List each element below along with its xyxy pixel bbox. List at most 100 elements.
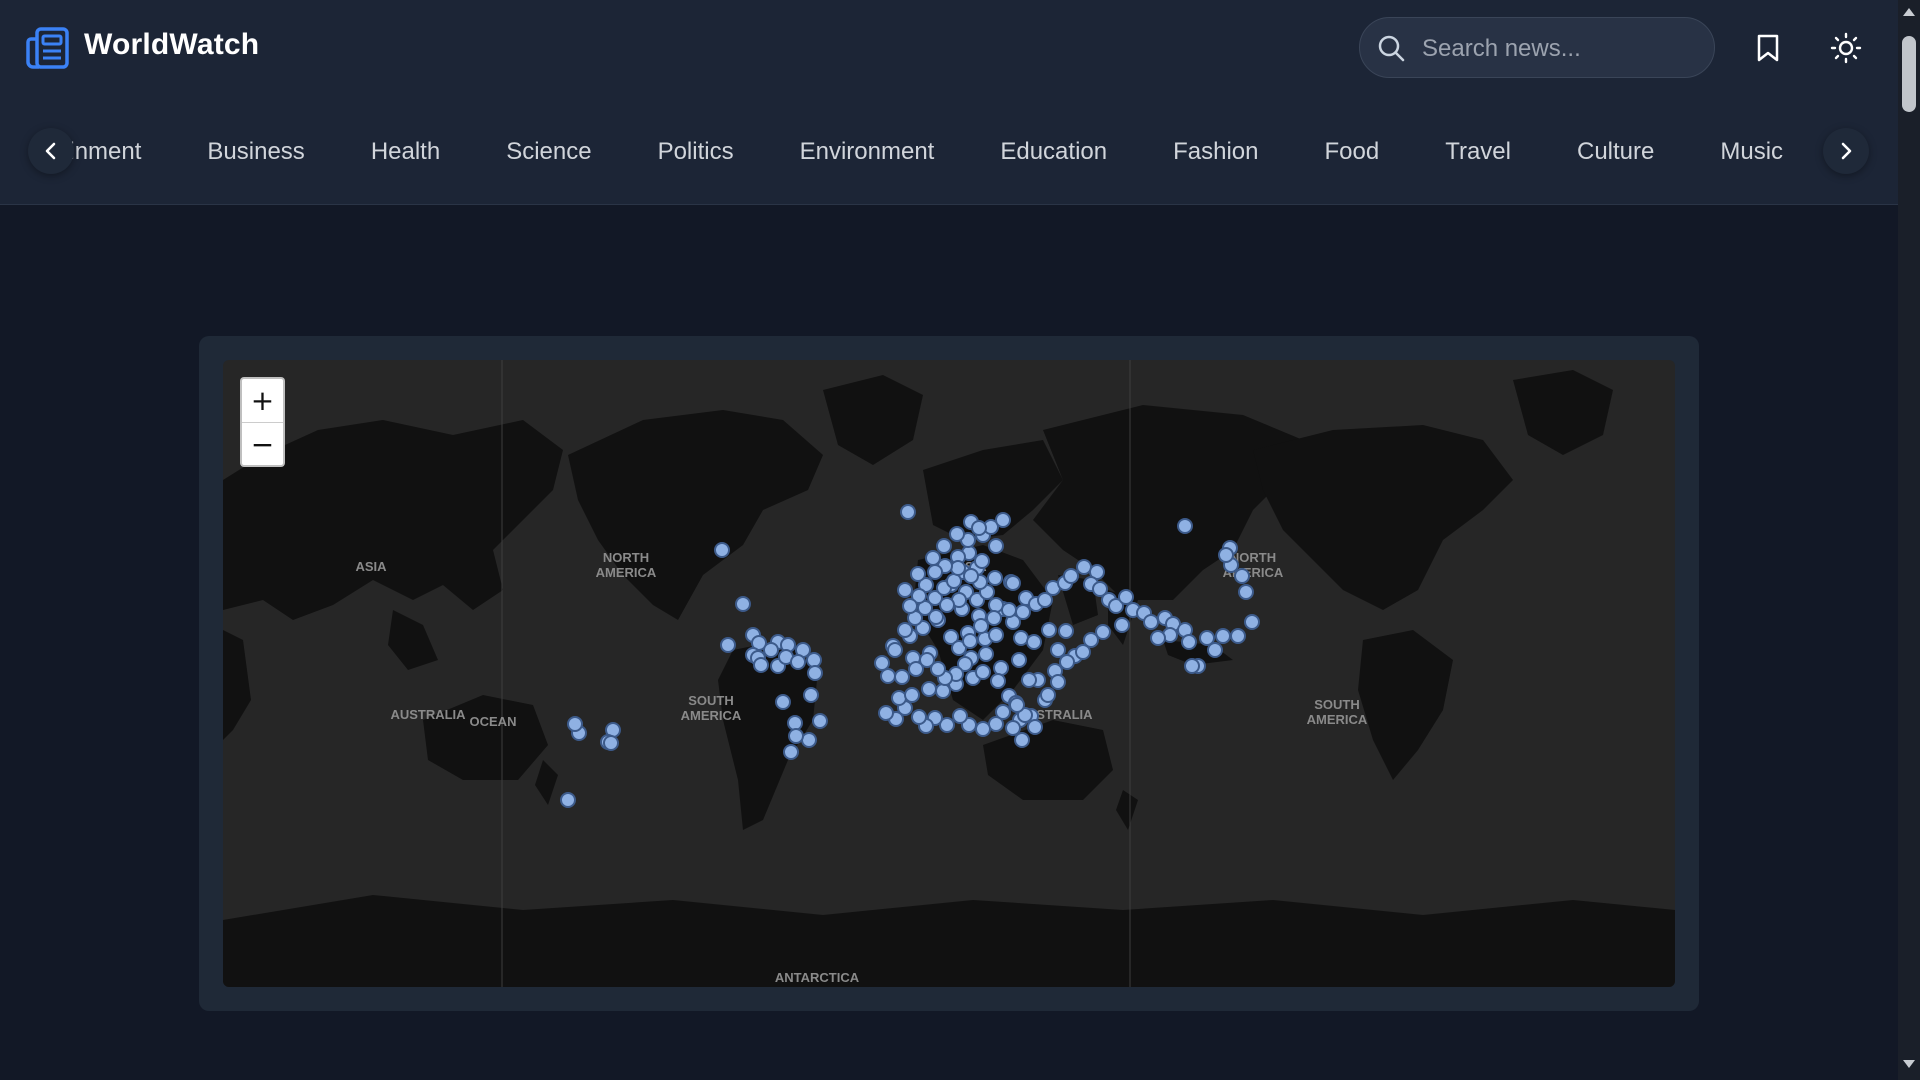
news-marker[interactable] [894,669,910,685]
news-marker[interactable] [1075,644,1091,660]
category-tab[interactable]: Education [1000,138,1107,166]
news-marker[interactable] [1218,547,1234,563]
news-marker[interactable] [988,716,1004,732]
scroll-up-arrow[interactable] [1903,8,1915,16]
news-marker[interactable] [806,652,822,668]
news-marker[interactable] [1014,732,1030,748]
news-marker[interactable] [801,732,817,748]
news-marker[interactable] [891,690,907,706]
category-tab[interactable]: Music [1720,138,1783,166]
news-marker[interactable] [928,609,944,625]
news-marker[interactable] [1021,672,1037,688]
news-marker[interactable] [986,610,1002,626]
news-marker[interactable] [1015,604,1031,620]
category-tab[interactable]: Travel [1445,138,1511,166]
news-marker[interactable] [1184,658,1200,674]
news-marker[interactable] [910,566,926,582]
news-marker[interactable] [902,598,918,614]
news-marker[interactable] [1050,674,1066,690]
news-marker[interactable] [1230,628,1246,644]
news-marker[interactable] [988,597,1004,613]
scroll-left-button[interactable] [28,128,74,174]
news-marker[interactable] [790,654,806,670]
news-marker[interactable] [1076,559,1092,575]
news-marker[interactable] [720,637,736,653]
news-marker[interactable] [1011,652,1027,668]
news-marker[interactable] [1207,642,1223,658]
news-marker[interactable] [1215,628,1231,644]
news-marker[interactable] [880,668,896,684]
news-marker[interactable] [567,716,583,732]
news-marker[interactable] [897,582,913,598]
news-marker[interactable] [988,627,1004,643]
news-marker[interactable] [1244,614,1260,630]
news-marker[interactable] [803,687,819,703]
category-tab[interactable]: Politics [658,138,734,166]
scrollbar-thumb[interactable] [1902,36,1916,112]
news-marker[interactable] [807,665,823,681]
news-marker[interactable] [783,744,799,760]
news-marker[interactable] [935,683,951,699]
news-marker[interactable] [1059,654,1075,670]
news-marker[interactable] [988,538,1004,554]
news-marker[interactable] [990,673,1006,689]
news-marker[interactable] [1009,697,1025,713]
news-marker[interactable] [788,728,804,744]
news-marker[interactable] [908,661,924,677]
news-marker[interactable] [978,646,994,662]
news-marker[interactable] [874,655,890,671]
news-marker[interactable] [987,570,1003,586]
news-marker[interactable] [1177,518,1193,534]
news-marker[interactable] [1181,634,1197,650]
news-marker[interactable] [936,538,952,554]
page-scrollbar[interactable] [1898,0,1920,1080]
news-marker[interactable] [1001,602,1017,618]
news-marker[interactable] [1013,630,1029,646]
news-marker[interactable] [962,633,978,649]
news-marker[interactable] [763,642,779,658]
news-marker[interactable] [1095,624,1111,640]
news-marker[interactable] [993,660,1009,676]
news-marker[interactable] [939,597,955,613]
news-marker[interactable] [1118,589,1134,605]
news-marker[interactable] [714,542,730,558]
news-marker[interactable] [1234,568,1250,584]
news-marker[interactable] [1063,568,1079,584]
scroll-down-arrow[interactable] [1903,1060,1915,1068]
news-marker[interactable] [952,708,968,724]
news-marker[interactable] [1238,584,1254,600]
news-marker[interactable] [753,657,769,673]
news-marker[interactable] [949,526,965,542]
news-marker[interactable] [975,664,991,680]
news-marker[interactable] [878,705,894,721]
news-marker[interactable] [1040,687,1056,703]
news-marker[interactable] [1050,642,1066,658]
zoom-out-button[interactable]: − [242,423,283,466]
theme-toggle-button[interactable] [1824,26,1868,70]
news-marker[interactable] [925,550,941,566]
news-marker[interactable] [971,520,987,536]
scroll-right-button[interactable] [1823,128,1869,174]
news-marker[interactable] [1027,719,1043,735]
news-marker[interactable] [1143,614,1159,630]
search-input[interactable] [1420,18,1704,79]
news-marker[interactable] [900,504,916,520]
news-marker[interactable] [1026,634,1042,650]
news-marker[interactable] [1005,575,1021,591]
news-marker[interactable] [775,694,791,710]
news-marker[interactable] [927,564,943,580]
news-marker[interactable] [603,735,619,751]
news-marker[interactable] [897,622,913,638]
news-marker[interactable] [904,687,920,703]
category-tab[interactable]: Environment [800,138,935,166]
category-tab[interactable]: Culture [1577,138,1654,166]
zoom-in-button[interactable]: + [242,379,283,423]
news-marker[interactable] [950,560,966,576]
bookmark-button[interactable] [1746,26,1790,70]
world-map[interactable]: ASIA ASIA NORTHAMERICA NORTHAMERICA AUST… [223,360,1675,987]
news-marker[interactable] [1041,622,1057,638]
news-marker[interactable] [812,713,828,729]
news-marker[interactable] [911,709,927,725]
category-tab[interactable]: Food [1324,138,1379,166]
news-marker[interactable] [995,512,1011,528]
